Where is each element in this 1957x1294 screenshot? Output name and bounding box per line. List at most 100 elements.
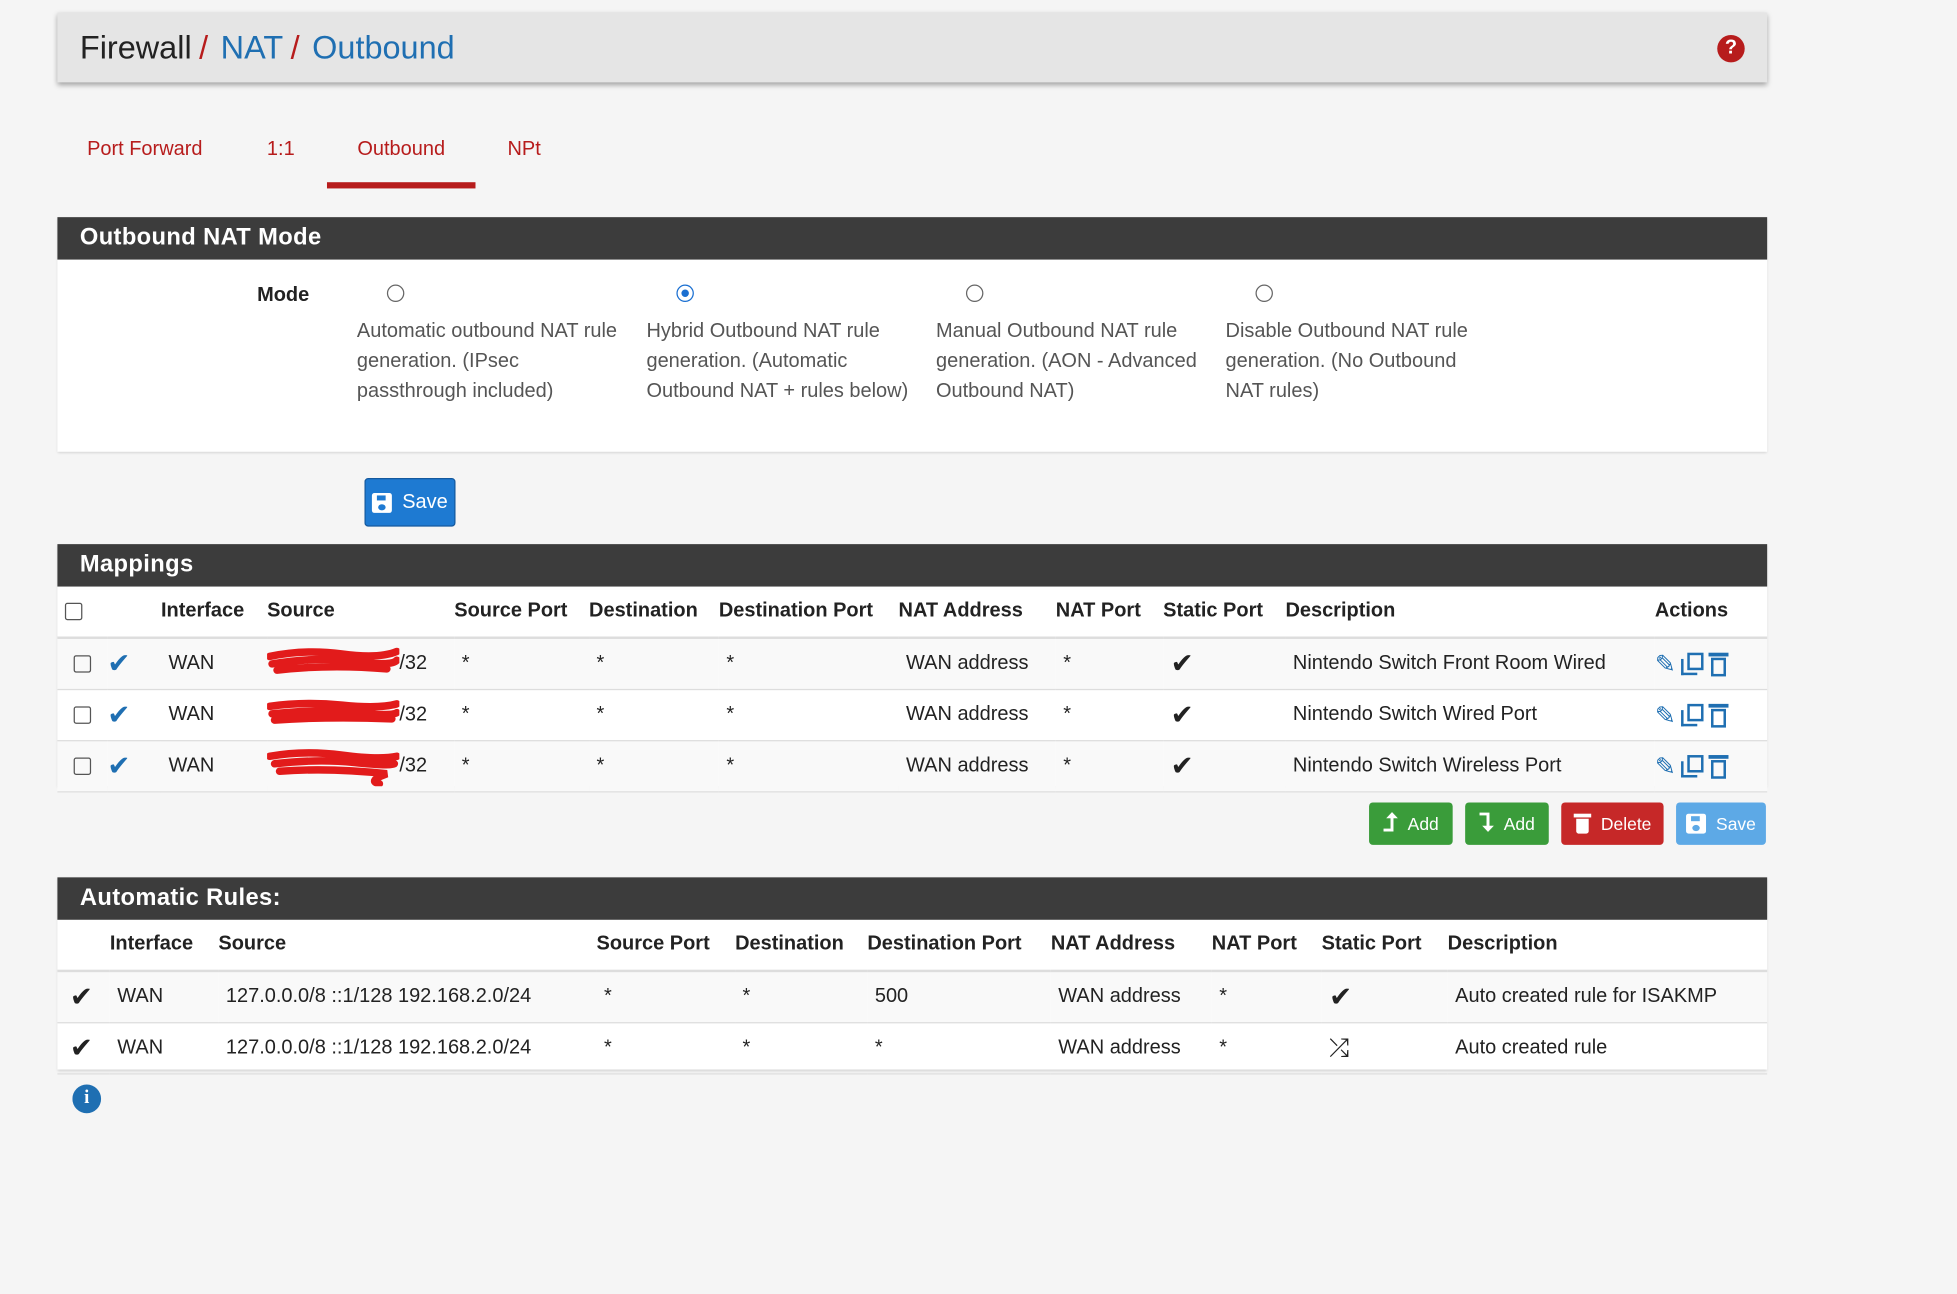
table-row[interactable]: ✔ WAN /32 * * * WAN address * ✔ Nintendo…	[57, 740, 1768, 793]
column-header[interactable]: Destination	[589, 586, 719, 639]
mode-option-label: Hybrid Outbound NAT rule generation. (Au…	[646, 320, 909, 402]
table-row[interactable]: ✔ WAN /32 * * * WAN address * ✔ Nintendo…	[57, 689, 1768, 742]
mode-label: Mode	[257, 284, 310, 306]
table-row: ✔ WAN 127.0.0.0/8 ::1/128 192.168.2.0/24…	[57, 970, 1768, 1024]
mode-option-label: Automatic outbound NAT rule generation. …	[356, 320, 618, 402]
static-port-check-icon: ✔	[1170, 750, 1194, 782]
row-actions: ✎	[1655, 648, 1729, 679]
tab-port-forward[interactable]: Port Forward	[57, 122, 232, 182]
description-cell: Nintendo Switch Wired Port	[1285, 689, 1655, 742]
source-suffix: /32	[399, 704, 428, 726]
nat-address-cell: WAN address	[898, 637, 1056, 691]
add-top-label: Add	[1407, 813, 1439, 834]
panel-title: Outbound NAT Mode	[57, 217, 1768, 260]
column-header: Static Port	[1321, 919, 1448, 973]
radio-manual[interactable]	[965, 284, 984, 303]
trash-icon[interactable]	[1708, 651, 1729, 677]
copy-icon[interactable]	[1680, 703, 1704, 727]
column-header[interactable]: Destination Port	[718, 586, 899, 639]
enabled-check-icon: ✔	[69, 1032, 93, 1064]
breadcrumb-outbound[interactable]: Outbound	[312, 29, 455, 66]
trash-icon[interactable]	[1708, 703, 1729, 728]
nat-address-cell: WAN address	[1050, 1022, 1212, 1075]
edit-pencil-icon[interactable]: ✎	[1655, 751, 1676, 782]
enabled-check-icon[interactable]: ✔	[107, 699, 130, 730]
column-header: Destination Port	[867, 919, 1051, 973]
source-cell: /32	[267, 740, 455, 793]
save-icon	[1686, 813, 1707, 834]
arrow-up-icon: ⮥	[1382, 809, 1398, 837]
redaction-scribble	[267, 699, 400, 728]
column-header[interactable]: Source	[267, 586, 455, 639]
column-header: Description	[1447, 919, 1768, 973]
mode-option-disable[interactable]: Disable Outbound NAT rule generation. (N…	[1225, 284, 1488, 407]
copy-icon[interactable]	[1680, 755, 1704, 778]
edit-pencil-icon[interactable]: ✎	[1655, 648, 1676, 679]
outbound-nat-mode-panel: Outbound NAT Mode Mode Automatic outboun…	[57, 217, 1768, 452]
column-header: Interface	[109, 919, 219, 973]
destination-cell: *	[735, 970, 868, 1024]
column-header[interactable]: Interface	[160, 586, 268, 639]
mode-option-automatic[interactable]: Automatic outbound NAT rule generation. …	[356, 284, 619, 407]
add-rule-bottom-button[interactable]: ⮧ Add	[1465, 802, 1549, 845]
mode-option-hybrid[interactable]: Hybrid Outbound NAT rule generation. (Au…	[646, 284, 909, 407]
table-row[interactable]: ✔ WAN /32 * * * WAN address * ✔ Nintendo…	[57, 637, 1768, 691]
row-actions: ✎	[1655, 700, 1729, 731]
add-bottom-label: Add	[1503, 813, 1535, 834]
delete-label: Delete	[1600, 813, 1652, 834]
edit-pencil-icon[interactable]: ✎	[1655, 700, 1676, 731]
breadcrumb: Firewall / NAT / Outbound	[80, 27, 455, 67]
info-icon[interactable]: i	[72, 1084, 102, 1114]
enabled-check-icon[interactable]: ✔	[107, 750, 130, 781]
radio-disable[interactable]	[1255, 284, 1273, 303]
column-header[interactable]: NAT Address	[898, 586, 1056, 639]
radio-hybrid[interactable]	[676, 284, 694, 303]
nat-port-cell: *	[1211, 1022, 1322, 1075]
column-header[interactable]: Static Port	[1163, 586, 1286, 639]
trash-icon[interactable]	[1708, 754, 1729, 779]
help-icon[interactable]: ?	[1717, 34, 1745, 63]
nat-port-cell: *	[1055, 637, 1164, 691]
panel-title: Mappings	[57, 544, 1768, 587]
breadcrumb-separator: /	[290, 28, 300, 67]
random-icon: ⤮	[1329, 1033, 1350, 1062]
destination-cell: *	[589, 740, 719, 793]
add-rule-top-button[interactable]: ⮥ Add	[1369, 802, 1453, 845]
mappings-panel: Mappings Interface Source Source Port De…	[57, 544, 1768, 793]
enabled-check-icon: ✔	[69, 980, 93, 1013]
table-row: ✔ WAN 127.0.0.0/8 ::1/128 192.168.2.0/24…	[57, 1022, 1768, 1075]
tab-npt[interactable]: NPt	[488, 122, 560, 182]
column-header: Destination	[735, 919, 868, 973]
column-header[interactable]: Description	[1285, 586, 1655, 639]
static-port-check-icon: ✔	[1170, 698, 1194, 731]
copy-icon[interactable]	[1680, 652, 1704, 676]
save-icon	[372, 492, 393, 513]
row-checkbox[interactable]	[73, 706, 92, 724]
column-header[interactable]: NAT Port	[1055, 586, 1164, 639]
enabled-check-icon[interactable]: ✔	[107, 648, 130, 679]
radio-automatic[interactable]	[386, 284, 405, 303]
tab-outbound[interactable]: Outbound	[326, 122, 476, 189]
mode-option-label: Disable Outbound NAT rule generation. (N…	[1225, 320, 1468, 402]
interface-cell: WAN	[109, 1022, 219, 1075]
interface-cell: WAN	[160, 740, 268, 793]
source-suffix: /32	[399, 652, 428, 675]
column-header[interactable]: Source Port	[454, 586, 590, 639]
source-cell: /32	[267, 637, 455, 691]
column-header: Source Port	[596, 919, 736, 973]
save-mode-button[interactable]: Save	[364, 477, 456, 527]
destination-cell: *	[589, 689, 719, 742]
tab-one-to-one[interactable]: 1:1	[245, 122, 317, 182]
row-checkbox[interactable]	[73, 654, 92, 673]
source-cell: 127.0.0.0/8 ::1/128 192.168.2.0/24	[218, 970, 597, 1024]
select-all-checkbox[interactable]	[64, 602, 83, 620]
column-header: NAT Address	[1050, 919, 1212, 973]
mode-option-manual[interactable]: Manual Outbound NAT rule generation. (AO…	[936, 284, 1198, 407]
save-mappings-button[interactable]: Save	[1676, 802, 1766, 845]
table-header-row: Interface Source Source Port Destination…	[57, 919, 1768, 973]
breadcrumb-nat[interactable]: NAT	[221, 29, 283, 66]
row-checkbox[interactable]	[73, 757, 92, 775]
delete-button[interactable]: Delete	[1561, 802, 1664, 845]
arrow-down-icon: ⮧	[1479, 809, 1494, 837]
automatic-rules-table: Interface Source Source Port Destination…	[57, 919, 1768, 1075]
